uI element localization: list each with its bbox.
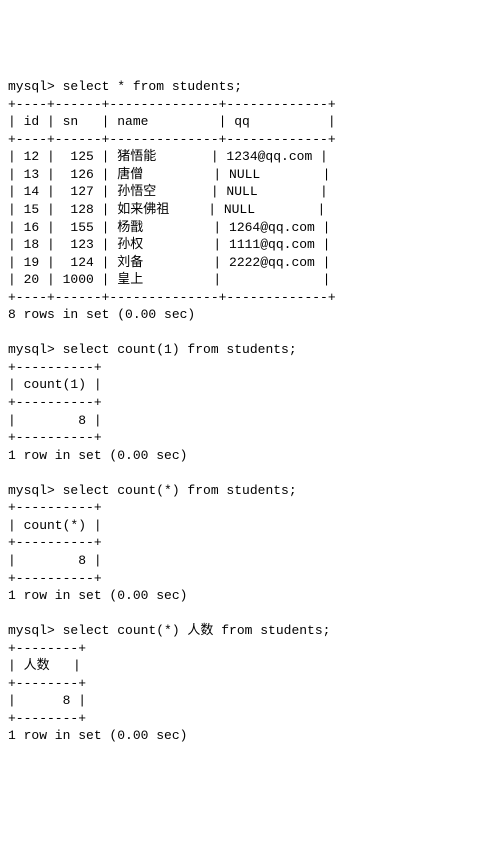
sql-query: select count(1) from students; bbox=[63, 342, 297, 357]
status-text: 1 row in set (0.00 sec) bbox=[8, 727, 492, 745]
table-row: | 12 | 125 | 猪悟能 | 1234@qq.com | bbox=[8, 148, 492, 166]
table-row: | 16 | 155 | 杨戬 | 1264@qq.com | bbox=[8, 219, 492, 237]
sql-query: select count(*) from students; bbox=[63, 483, 297, 498]
table-row: | 18 | 123 | 孙权 | 1111@qq.com | bbox=[8, 236, 492, 254]
sql-query: select * from students; bbox=[63, 79, 242, 94]
table-row: | 15 | 128 | 如来佛祖 | NULL | bbox=[8, 201, 492, 219]
status-text: 1 row in set (0.00 sec) bbox=[8, 447, 492, 465]
table-border: +----------+ bbox=[8, 499, 492, 517]
status-text: 8 rows in set (0.00 sec) bbox=[8, 306, 492, 324]
table-header: | 人数 | bbox=[8, 657, 492, 675]
table-row: | 19 | 124 | 刘备 | 2222@qq.com | bbox=[8, 254, 492, 272]
table-border: +--------+ bbox=[8, 710, 492, 728]
table-row: | 20 | 1000 | 皇上 | | bbox=[8, 271, 492, 289]
table-row: | 13 | 126 | 唐僧 | NULL | bbox=[8, 166, 492, 184]
table-border: +----+------+--------------+------------… bbox=[8, 131, 492, 149]
mysql-prompt[interactable]: mysql> bbox=[8, 342, 63, 357]
table-border: +--------+ bbox=[8, 640, 492, 658]
table-border: +----------+ bbox=[8, 394, 492, 412]
table-row: | 8 | bbox=[8, 412, 492, 430]
mysql-prompt[interactable]: mysql> bbox=[8, 79, 63, 94]
mysql-prompt[interactable]: mysql> bbox=[8, 483, 63, 498]
table-row: | 14 | 127 | 孙悟空 | NULL | bbox=[8, 183, 492, 201]
table-header: | count(*) | bbox=[8, 517, 492, 535]
sql-query: select count(*) 人数 from students; bbox=[63, 623, 331, 638]
table-border: +----------+ bbox=[8, 359, 492, 377]
table-border: +----------+ bbox=[8, 570, 492, 588]
table-row: | 8 | bbox=[8, 552, 492, 570]
table-border: +----+------+--------------+------------… bbox=[8, 289, 492, 307]
table-header: | id | sn | name | qq | bbox=[8, 113, 492, 131]
table-border: +----------+ bbox=[8, 534, 492, 552]
terminal-output: mysql> select * from students; +----+---… bbox=[8, 61, 492, 745]
table-header: | count(1) | bbox=[8, 376, 492, 394]
table-border: +----+------+--------------+------------… bbox=[8, 96, 492, 114]
table-border: +--------+ bbox=[8, 675, 492, 693]
status-text: 1 row in set (0.00 sec) bbox=[8, 587, 492, 605]
table-row: | 8 | bbox=[8, 692, 492, 710]
mysql-prompt[interactable]: mysql> bbox=[8, 623, 63, 638]
table-border: +----------+ bbox=[8, 429, 492, 447]
